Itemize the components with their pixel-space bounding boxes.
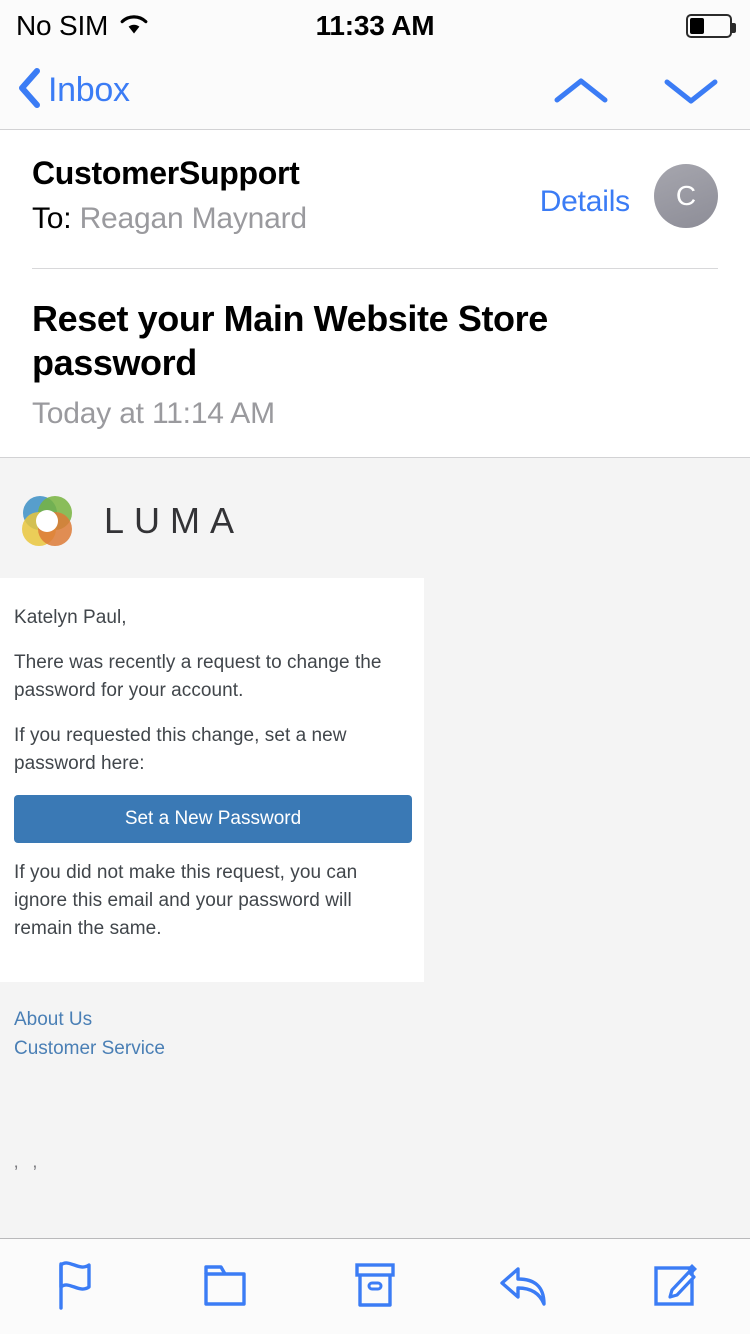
body-paragraph-2: If you requested this change, set a new … bbox=[14, 725, 347, 774]
flag-icon bbox=[43, 1252, 107, 1321]
to-label: To: bbox=[32, 202, 72, 236]
navigation-bar: Inbox bbox=[0, 52, 750, 130]
carrier-label: No SIM bbox=[16, 10, 109, 41]
details-button[interactable]: Details bbox=[540, 185, 631, 219]
move-to-folder-button[interactable] bbox=[150, 1252, 300, 1321]
sender-row: CustomerSupport To: Reagan Maynard Detai… bbox=[32, 154, 718, 238]
body-paragraph-1: There was recently a request to change t… bbox=[14, 652, 382, 701]
sender-name: CustomerSupport bbox=[32, 155, 300, 191]
reply-icon bbox=[492, 1252, 558, 1321]
luma-rings-logo bbox=[16, 490, 78, 552]
brand-header: LUMA bbox=[0, 458, 750, 578]
folder-icon bbox=[193, 1252, 257, 1321]
flag-button[interactable] bbox=[0, 1252, 150, 1321]
message-timestamp: Today at 11:14 AM bbox=[32, 396, 275, 430]
body-paragraph-3: If you did not make this request, you ca… bbox=[14, 862, 358, 939]
brand-wordmark: LUMA bbox=[104, 499, 245, 541]
archive-button[interactable] bbox=[300, 1252, 450, 1321]
compose-icon bbox=[643, 1252, 707, 1321]
status-bar-left: No SIM bbox=[16, 10, 150, 42]
recipient-name: Reagan Maynard bbox=[79, 202, 308, 236]
email-footer-links: About Us Customer Service bbox=[0, 982, 750, 1063]
subject-title: Reset your Main Website Store password bbox=[32, 297, 548, 383]
wifi-icon bbox=[118, 12, 150, 41]
compose-button[interactable] bbox=[600, 1252, 750, 1321]
avatar[interactable]: C bbox=[654, 164, 718, 228]
chevron-up-icon[interactable] bbox=[552, 73, 610, 109]
message-header: CustomerSupport To: Reagan Maynard Detai… bbox=[0, 130, 750, 269]
header-right: Details C bbox=[540, 154, 718, 228]
battery-icon bbox=[686, 14, 736, 38]
chevron-down-icon[interactable] bbox=[662, 73, 720, 109]
message-toolbar bbox=[0, 1238, 750, 1334]
reply-button[interactable] bbox=[450, 1252, 600, 1321]
greeting-text: Katelyn Paul, bbox=[14, 606, 127, 628]
set-new-password-button[interactable]: Set a New Password bbox=[14, 795, 412, 844]
status-bar: No SIM 11:33 AM bbox=[0, 0, 750, 52]
subject-block: Reset your Main Website Store password T… bbox=[0, 268, 750, 457]
back-label: Inbox bbox=[48, 71, 130, 109]
customer-service-link[interactable]: Customer Service bbox=[14, 1035, 736, 1064]
back-to-inbox-button[interactable]: Inbox bbox=[16, 66, 130, 115]
about-us-link[interactable]: About Us bbox=[14, 1006, 736, 1035]
recipient-line: To: Reagan Maynard bbox=[32, 200, 540, 238]
email-body-card: Katelyn Paul, There was recently a reque… bbox=[0, 577, 424, 983]
message-nav-controls bbox=[552, 73, 720, 109]
email-body-content[interactable]: LUMA Katelyn Paul, There was recently a … bbox=[0, 456, 750, 1238]
sender-block: CustomerSupport To: Reagan Maynard bbox=[32, 154, 540, 238]
archive-icon bbox=[343, 1252, 407, 1321]
mail-message-screen: No SIM 11:33 AM Inbox CustomerSupport To… bbox=[0, 0, 750, 1334]
stray-punctuation-text: ’ ’ bbox=[14, 1163, 43, 1185]
status-bar-right bbox=[686, 14, 736, 38]
chevron-left-icon bbox=[16, 66, 42, 115]
